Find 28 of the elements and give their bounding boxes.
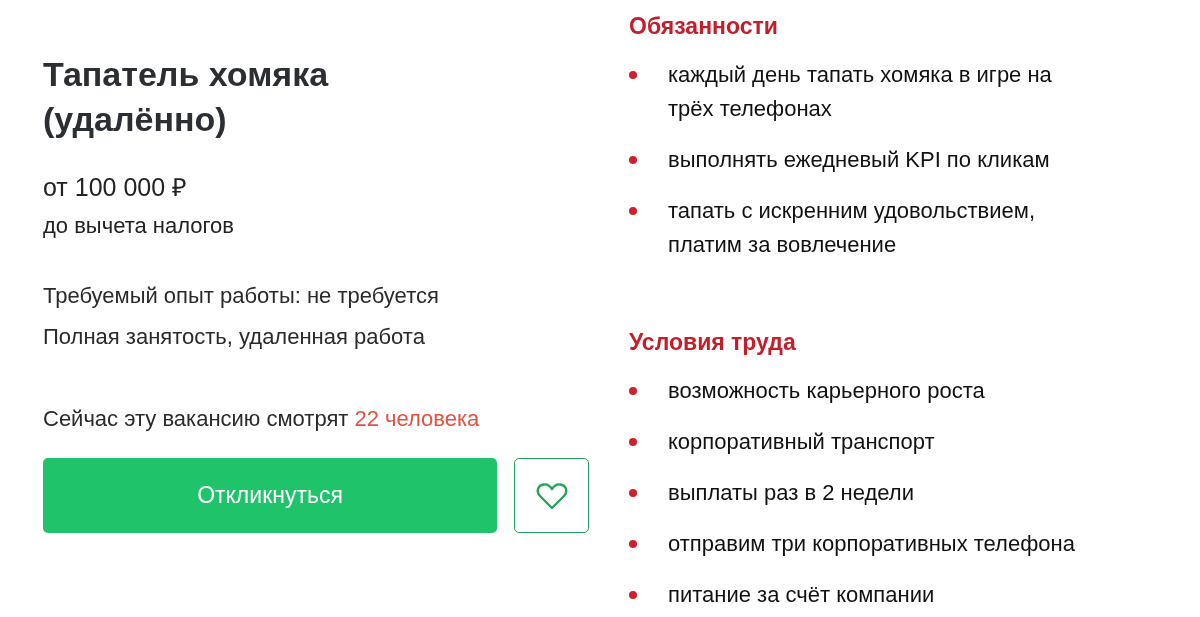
bullet-icon bbox=[629, 71, 637, 79]
bullet-icon bbox=[629, 591, 637, 599]
salary-text: от 100 000 ₽ bbox=[43, 172, 188, 203]
bullet-icon bbox=[629, 438, 637, 446]
section-heading: Условия труда bbox=[629, 328, 796, 356]
list-item-text: корпоративный транспорт bbox=[668, 428, 936, 456]
bullet-icon bbox=[629, 387, 637, 395]
detail-text: Требуемый опыт работы: не требуется bbox=[43, 282, 439, 310]
favorite-button[interactable] bbox=[514, 458, 589, 533]
bullet-icon bbox=[629, 489, 637, 497]
list-item-text: отправим три корпоративных телефона bbox=[668, 530, 1076, 558]
bullet-icon bbox=[629, 207, 637, 215]
viewers-text: Сейчас эту вакансию смотрят bbox=[43, 406, 349, 431]
list-item-text: тапать с искренним удовольствием, платим за вовлечение bbox=[668, 197, 1037, 259]
list-item-text: выполнять ежедневый KPI по кликам bbox=[668, 146, 1051, 174]
salary-note: до вычета налогов bbox=[43, 212, 234, 240]
bullet-icon bbox=[629, 540, 637, 548]
list-item-text: выплаты раз в 2 недели bbox=[668, 479, 915, 507]
bullet-icon bbox=[629, 156, 637, 164]
detail-text: Полная занятость, удаленная работа bbox=[43, 323, 425, 351]
heart-icon bbox=[535, 481, 568, 510]
list-item-text: питание за счёт компании bbox=[668, 581, 936, 609]
respond-button[interactable]: Откликнуться bbox=[43, 458, 497, 533]
list-item-text: каждый день тапать хомяка в игре на трёх телефонах bbox=[668, 61, 1053, 123]
viewers-count: 22 человека bbox=[354, 406, 480, 431]
vacancy-title: Тапатель хомяка (удалённо) bbox=[43, 54, 330, 140]
list-item-text: возможность карьерного роста bbox=[668, 377, 986, 405]
section-heading: Обязанности bbox=[629, 12, 778, 40]
